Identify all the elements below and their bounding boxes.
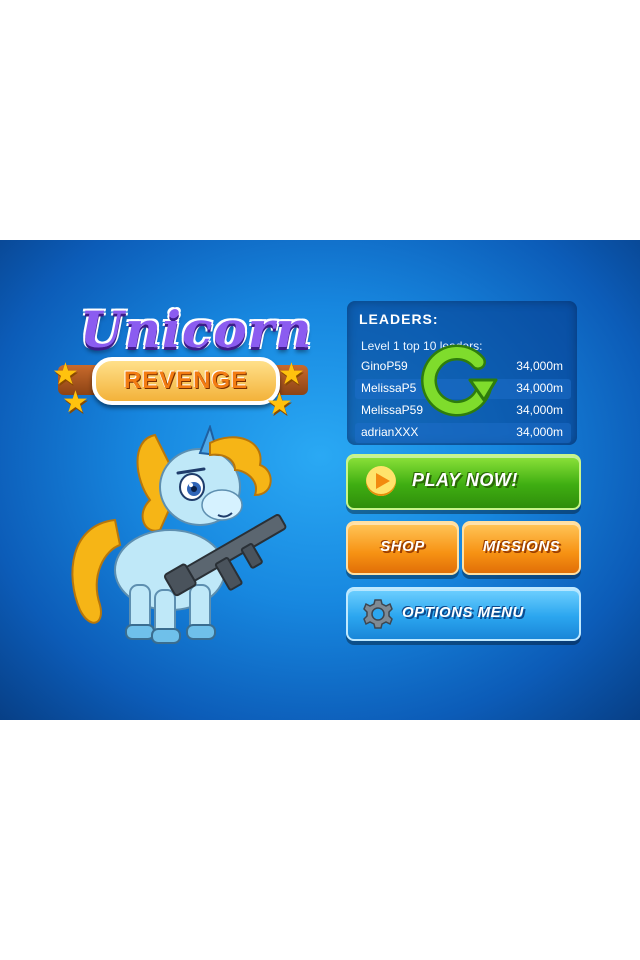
- star-icon: ★: [62, 385, 89, 420]
- player-score: 34,000m: [516, 425, 563, 439]
- game-screen: Unicorn REVENGE ★ ★ ★ ★ LEADERS: Level 1…: [0, 240, 640, 720]
- unicorn-character: [71, 425, 287, 644]
- missions-label: MISSIONS: [482, 538, 561, 555]
- play-icon: [366, 466, 396, 496]
- player-name: adrianXXX: [361, 425, 419, 439]
- ribbon-plate: REVENGE: [92, 357, 280, 405]
- player-score: 34,000m: [516, 359, 563, 373]
- player-name: MelissaP59: [361, 403, 424, 417]
- missions-button[interactable]: MISSIONS: [462, 521, 581, 575]
- player-name: GinoP59: [361, 359, 408, 373]
- play-now-label: PLAY NOW!: [412, 470, 518, 490]
- player-name: MelissaP5: [361, 381, 417, 395]
- player-score: 34,000m: [516, 403, 563, 417]
- game-logo: Unicorn REVENGE ★ ★ ★ ★: [50, 300, 313, 422]
- shop-button[interactable]: SHOP: [346, 521, 459, 575]
- refresh-icon[interactable]: [418, 340, 498, 420]
- leaderboard-row: adrianXXX 34,000m: [355, 423, 571, 443]
- options-menu-label: OPTIONS MENU: [402, 604, 524, 621]
- leaders-title: LEADERS:: [359, 311, 439, 327]
- star-icon: ★: [266, 387, 293, 422]
- options-menu-button[interactable]: OPTIONS MENU: [346, 587, 581, 641]
- play-now-button[interactable]: PLAY NOW!: [346, 454, 581, 510]
- star-icon: ★: [278, 357, 305, 392]
- shop-label: SHOP: [380, 538, 425, 555]
- gear-icon: [363, 599, 393, 629]
- logo-title: Unicorn: [80, 300, 313, 359]
- player-score: 34,000m: [516, 381, 563, 395]
- logo-subtitle: REVENGE: [123, 367, 249, 394]
